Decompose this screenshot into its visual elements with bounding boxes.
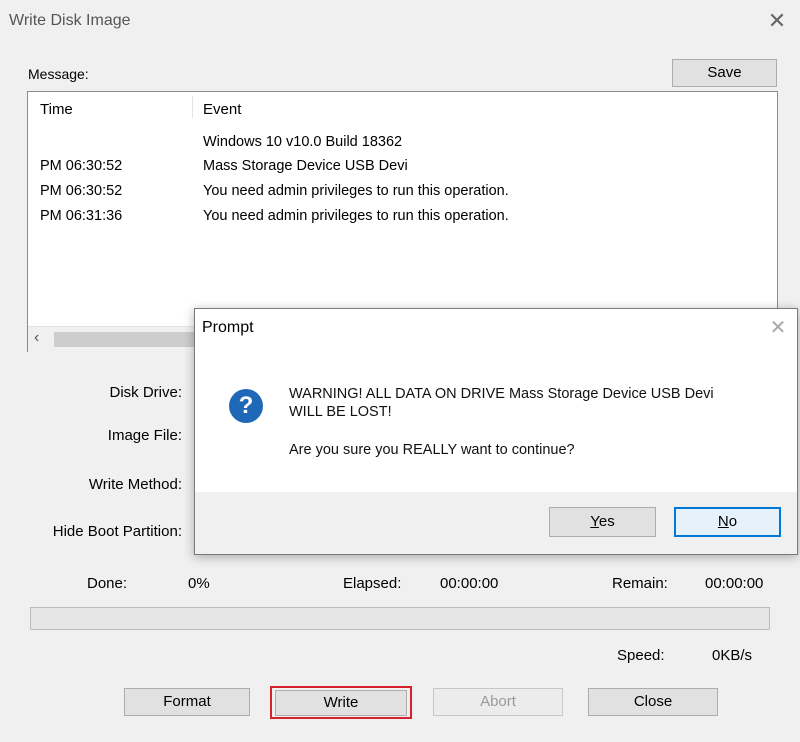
- done-label: Done:: [87, 575, 128, 592]
- yes-accelerator: Y: [590, 513, 599, 530]
- dialog-footer: Yes No: [195, 492, 797, 554]
- elapsed-value: 00:00:00: [440, 575, 499, 592]
- speed-value: 0KB/s: [712, 647, 753, 664]
- window-close-icon[interactable]: ✕: [764, 8, 790, 34]
- no-label-rest: o: [728, 513, 738, 530]
- log-event: Windows 10 v10.0 Build 18362: [203, 134, 403, 150]
- hide-boot-partition-label: Hide Boot Partition:: [52, 523, 182, 540]
- close-button[interactable]: Close: [588, 688, 718, 716]
- prompt-dialog: Prompt ✕ ? WARNING! ALL DATA ON DRIVE Ma…: [194, 308, 798, 555]
- yes-button[interactable]: Yes: [549, 507, 656, 537]
- window-title: Write Disk Image: [9, 12, 131, 29]
- column-header-time[interactable]: Time: [40, 101, 73, 118]
- write-method-label: Write Method:: [88, 476, 182, 493]
- log-time: PM 06:30:52: [40, 183, 123, 199]
- log-event: Mass Storage Device USB Devi: [203, 158, 408, 174]
- progress-bar: [30, 607, 770, 630]
- question-icon: ?: [229, 389, 263, 423]
- format-button[interactable]: Format: [124, 688, 250, 716]
- log-time: PM 06:30:52: [40, 158, 123, 174]
- image-file-label: Image File:: [107, 427, 182, 444]
- warning-text-line1: WARNING! ALL DATA ON DRIVE Mass Storage …: [289, 386, 714, 402]
- no-button[interactable]: No: [674, 507, 781, 537]
- no-accelerator: N: [717, 513, 729, 530]
- column-divider[interactable]: [192, 96, 193, 118]
- speed-label: Speed:: [617, 647, 665, 664]
- elapsed-label: Elapsed:: [343, 575, 402, 592]
- log-time: PM 06:31:36: [40, 208, 123, 224]
- warning-text-line2: WILL BE LOST!: [289, 404, 392, 420]
- dialog-close-icon[interactable]: ✕: [767, 315, 789, 340]
- save-button[interactable]: Save: [672, 59, 777, 87]
- scroll-left-icon[interactable]: ‹: [34, 329, 39, 347]
- disk-drive-label: Disk Drive:: [109, 384, 182, 401]
- remain-label: Remain:: [612, 575, 668, 592]
- log-event: You need admin privileges to run this op…: [203, 208, 509, 224]
- message-label: Message:: [28, 66, 89, 82]
- column-header-event[interactable]: Event: [203, 101, 241, 118]
- scroll-thumb[interactable]: [54, 332, 198, 347]
- dialog-title: Prompt: [202, 319, 254, 336]
- done-value: 0%: [188, 575, 210, 592]
- write-button-highlight: [270, 686, 412, 719]
- confirm-question: Are you sure you REALLY want to continue…: [289, 442, 575, 458]
- log-horizontal-scrollbar[interactable]: ‹: [28, 326, 198, 352]
- abort-button[interactable]: Abort: [433, 688, 563, 716]
- remain-value: 00:00:00: [705, 575, 764, 592]
- yes-label-rest: es: [598, 513, 615, 530]
- log-event: You need admin privileges to run this op…: [203, 183, 509, 199]
